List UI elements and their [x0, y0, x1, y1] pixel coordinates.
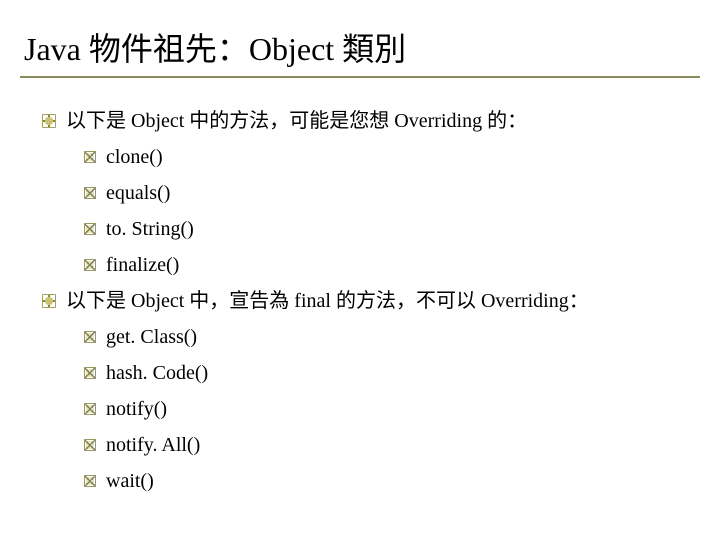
bullet-icon [84, 439, 96, 451]
bullet-icon [84, 331, 96, 343]
list-item: 以下是 Object 中，宣告為 final 的方法，不可以 Overridin… [42, 284, 688, 318]
list-item: clone() [84, 140, 688, 174]
slide-body: 以下是 Object 中的方法，可能是您想 Overriding 的： clon… [20, 82, 700, 498]
method-name: equals() [106, 176, 688, 210]
list-item: equals() [84, 176, 688, 210]
bullet-icon [84, 223, 96, 235]
bullet-icon [84, 475, 96, 487]
bullet-icon [42, 294, 56, 308]
list-item: notify() [84, 392, 688, 426]
bullet-icon [84, 403, 96, 415]
slide-title: Java 物件祖先：Object 類別 [20, 24, 700, 78]
bullet-icon [84, 151, 96, 163]
slide: Java 物件祖先：Object 類別 以下是 Object 中的方法，可能是您… [0, 0, 720, 498]
method-name: notify() [106, 392, 688, 426]
list-item: wait() [84, 464, 688, 498]
list-item: get. Class() [84, 320, 688, 354]
bullet-icon [84, 187, 96, 199]
list-item: finalize() [84, 248, 688, 282]
list-item: hash. Code() [84, 356, 688, 390]
method-name: clone() [106, 140, 688, 174]
method-name: to. String() [106, 212, 688, 246]
method-name: wait() [106, 464, 688, 498]
list-item: notify. All() [84, 428, 688, 462]
method-name: notify. All() [106, 428, 688, 462]
section-heading: 以下是 Object 中，宣告為 final 的方法，不可以 Overridin… [66, 284, 688, 318]
bullet-icon [84, 367, 96, 379]
section-heading: 以下是 Object 中的方法，可能是您想 Overriding 的： [66, 104, 688, 138]
list-item: 以下是 Object 中的方法，可能是您想 Overriding 的： [42, 104, 688, 138]
bullet-icon [42, 114, 56, 128]
method-name: hash. Code() [106, 356, 688, 390]
bullet-icon [84, 259, 96, 271]
list-item: to. String() [84, 212, 688, 246]
method-name: finalize() [106, 248, 688, 282]
method-name: get. Class() [106, 320, 688, 354]
